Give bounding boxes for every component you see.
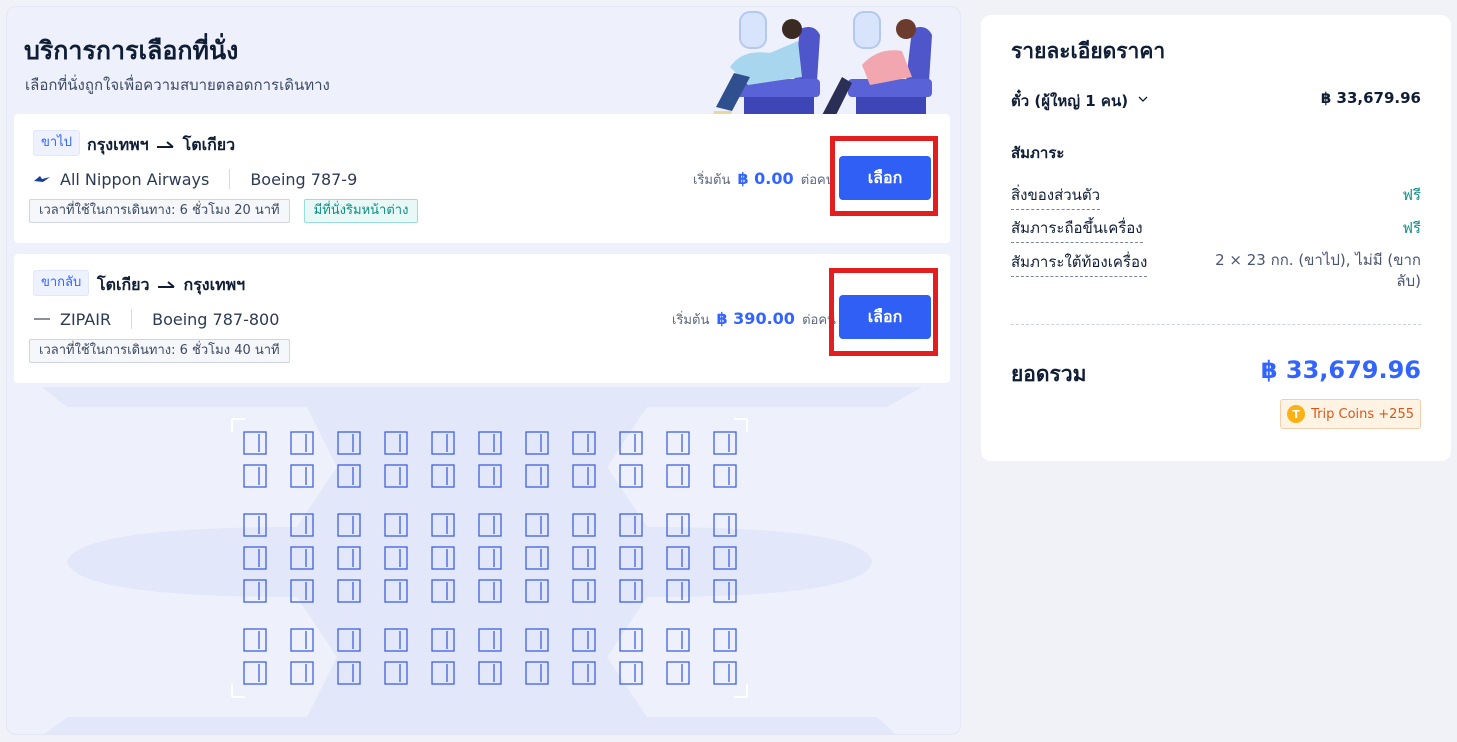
seat-icon — [713, 464, 737, 488]
seat-icon — [666, 431, 690, 455]
return-price: เริ่มต้น ฿ 390.00 ต่อคน — [672, 309, 836, 330]
seat-icon — [243, 661, 267, 685]
price-details-title: รายละเอียดราคา — [1011, 39, 1166, 63]
route-origin: กรุงเทพฯ — [87, 135, 149, 154]
outbound-price: เริ่มต้น ฿ 0.00 ต่อคน — [693, 169, 835, 190]
return-airline-row: ZIPAIR Boeing 787-800 — [34, 309, 279, 329]
return-route: โตเกียว กรุงเทพฯ — [97, 273, 245, 298]
baggage-value: ฟรี — [1402, 186, 1421, 204]
return-tag: ขากลับ — [33, 270, 90, 296]
baggage-item-carry-on: สัมภาระถือขึ้นเครื่อง ฟรี — [1011, 216, 1421, 243]
baggage-item-checked: สัมภาระใต้ท้องเครื่อง 2 × 23 กก. (ขาไป),… — [1011, 250, 1421, 292]
baggage-label[interactable]: สัมภาระใต้ท้องเครื่อง — [1011, 250, 1148, 277]
zipair-logo-icon — [34, 318, 50, 320]
outbound-tag: ขาไป — [33, 130, 80, 156]
route-destination: กรุงเทพฯ — [183, 275, 246, 294]
return-flight-card: ขากลับ โตเกียว กรุงเทพฯ ZIPAIR Boeing 787… — [14, 254, 950, 383]
baggage-label[interactable]: สัมภาระถือขึ้นเครื่อง — [1011, 216, 1143, 243]
price-prefix: เริ่มต้น — [672, 313, 710, 328]
baggage-label[interactable]: สิ่งของส่วนตัว — [1011, 183, 1101, 210]
seat-icon — [243, 464, 267, 488]
aircraft-type: Boeing 787-800 — [152, 309, 280, 329]
outbound-airline-row: All Nippon Airways Boeing 787-9 — [34, 169, 357, 189]
page-title: บริการการเลือกที่นั่ง — [24, 36, 239, 65]
route-destination: โตเกียว — [182, 135, 236, 154]
seat-icon — [243, 628, 267, 652]
page-subtitle: เลือกที่นั่งถูกใจเพื่อความสบายตลอดการเดิ… — [25, 76, 330, 94]
coin-icon: T — [1287, 405, 1306, 423]
seat-icon — [666, 661, 690, 685]
baggage-heading-row: สัมภาระ — [1011, 141, 1421, 165]
passenger-illustration — [712, 11, 932, 119]
seat-service-panel: บริการการเลือกที่นั่ง เลือกที่นั่งถูกใจเ… — [6, 6, 961, 735]
ticket-row[interactable]: ตั๋ว (ผู้ใหญ่ 1 คน) ฿ 33,679.96 — [1011, 89, 1421, 113]
baggage-heading: สัมภาระ — [1011, 144, 1065, 162]
seat-icon — [713, 628, 737, 652]
return-chips: เวลาที่ใช้ในการเดินทาง: 6 ชั่วโมง 40 นาท… — [29, 339, 290, 363]
price-prefix: เริ่มต้น — [693, 173, 731, 188]
price-value: ฿ 0.00 — [737, 169, 794, 188]
seat-icon — [713, 431, 737, 455]
total-label: ยอดรวม — [1011, 362, 1087, 386]
arrow-right-icon — [157, 280, 175, 288]
outbound-route: กรุงเทพฯ โตเกียว — [87, 133, 235, 158]
trip-coins-label: Trip Coins +255 — [1311, 406, 1414, 422]
airline-name: ZIPAIR — [60, 309, 112, 329]
seat-service-header: บริการการเลือกที่นั่ง เลือกที่นั่งถูกใจเ… — [7, 7, 960, 119]
baggage-value: 2 × 23 กก. (ขาไป), ไม่มี (ขากลับ) — [1215, 251, 1421, 290]
window-seat-chip: มีที่นั่งริมหน้าต่าง — [303, 199, 419, 223]
ana-logo-icon — [34, 176, 50, 182]
airline-name: All Nippon Airways — [60, 169, 210, 189]
ticket-price: ฿ 33,679.96 — [1320, 89, 1421, 107]
total-value: ฿ 33,679.96 — [1260, 356, 1421, 384]
seat-icon — [290, 431, 314, 455]
price-value: ฿ 390.00 — [716, 309, 795, 328]
divider — [229, 169, 231, 189]
duration-chip: เวลาที่ใช้ในการเดินทาง: 6 ชั่วโมง 20 นาท… — [29, 199, 290, 223]
price-details-panel: รายละเอียดราคา ตั๋ว (ผู้ใหญ่ 1 คน) ฿ 33,… — [981, 15, 1451, 461]
seat-icon — [666, 464, 690, 488]
outbound-chips: เวลาที่ใช้ในการเดินทาง: 6 ชั่วโมง 20 นาท… — [29, 199, 419, 223]
seat-icon — [243, 431, 267, 455]
seat-icon — [619, 464, 643, 488]
trip-coins-badge: T Trip Coins +255 — [1280, 399, 1421, 429]
arrow-right-icon — [156, 140, 174, 148]
divider — [1011, 324, 1421, 325]
chevron-down-icon — [1138, 96, 1148, 102]
seat-icon — [619, 661, 643, 685]
highlight-box-outbound — [830, 136, 938, 216]
seat-icon — [713, 661, 737, 685]
aircraft-type: Boeing 787-9 — [250, 169, 358, 189]
highlight-box-return — [829, 268, 938, 356]
baggage-item-personal: สิ่งของส่วนตัว ฟรี — [1011, 183, 1421, 210]
divider — [131, 309, 133, 329]
outbound-flight-card: ขาไป กรุงเทพฯ โตเกียว All Nippon Airways … — [14, 114, 950, 243]
baggage-value: ฟรี — [1402, 219, 1421, 237]
seat-icon — [290, 661, 314, 685]
route-origin: โตเกียว — [97, 275, 150, 294]
seat-icon — [666, 628, 690, 652]
seat-icon — [290, 464, 314, 488]
ticket-label: ตั๋ว (ผู้ใหญ่ 1 คน) — [1011, 89, 1148, 113]
seat-map-illustration — [42, 387, 922, 734]
duration-chip: เวลาที่ใช้ในการเดินทาง: 6 ชั่วโมง 40 นาท… — [29, 339, 290, 363]
seat-icon — [290, 628, 314, 652]
